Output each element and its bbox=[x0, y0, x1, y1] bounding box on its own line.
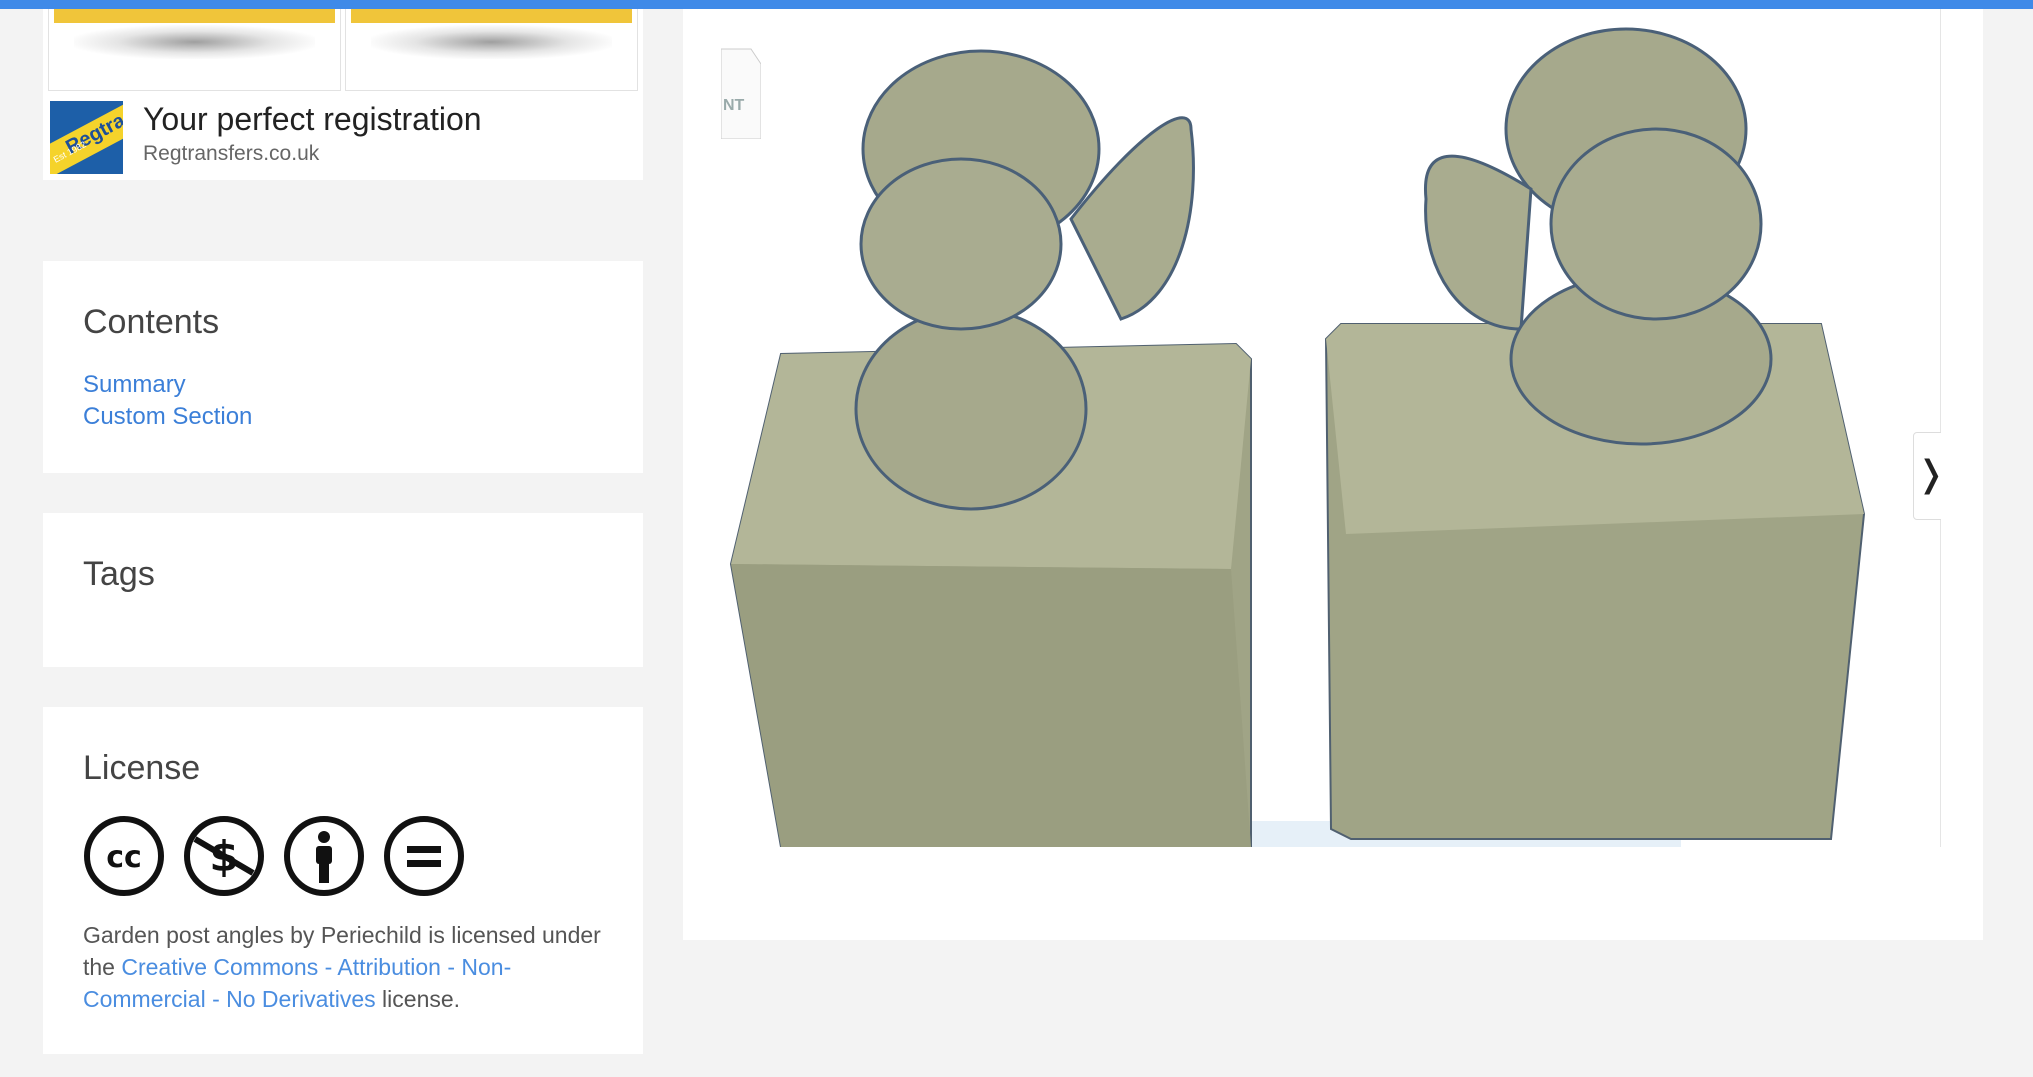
tags-title: Tags bbox=[83, 555, 155, 593]
chevron-right-icon: ❭ bbox=[1916, 453, 1941, 494]
top-accent-bar bbox=[0, 0, 2033, 9]
attribution-icon bbox=[284, 816, 364, 896]
model-image[interactable]: NT B ❭ bbox=[721, 9, 1941, 847]
ad-title[interactable]: Your perfect registration bbox=[143, 101, 482, 138]
toc-link-custom-section[interactable]: Custom Section bbox=[83, 403, 252, 431]
viewcube-icon[interactable]: NT bbox=[721, 29, 762, 140]
cc-icon: cc bbox=[84, 816, 164, 896]
model-render bbox=[729, 27, 1866, 847]
license-author: Periechild bbox=[320, 922, 422, 948]
next-image-button[interactable]: ❭ bbox=[1913, 432, 1941, 520]
no-derivatives-icon bbox=[384, 816, 464, 896]
ad-thumbnail-right[interactable] bbox=[345, 9, 638, 91]
ad-logo[interactable]: Regtra Est 1982 bbox=[50, 101, 123, 174]
tags-card: Tags bbox=[43, 513, 643, 667]
license-text-after: license. bbox=[375, 986, 461, 1012]
toc-link-summary[interactable]: Summary bbox=[83, 371, 186, 399]
license-text: Garden post angles by Periechild is lice… bbox=[83, 919, 603, 1015]
ad-url[interactable]: Regtransfers.co.uk bbox=[143, 142, 319, 166]
license-title: License bbox=[83, 749, 201, 787]
non-commercial-icon: $ bbox=[184, 816, 264, 896]
license-card: License cc $ Garden post angles by Perie… bbox=[43, 707, 643, 1054]
contents-card: Contents Summary Custom Section bbox=[43, 261, 643, 473]
ad-card[interactable]: Regtra Est 1982 Your perfect registratio… bbox=[43, 9, 643, 180]
svg-text:cc: cc bbox=[106, 840, 142, 875]
model-viewer-card: NT B ❭ bbox=[683, 9, 1983, 940]
side-toolbar: B bbox=[1940, 9, 1941, 847]
contents-title: Contents bbox=[83, 303, 220, 341]
license-text-before: Garden post angles by bbox=[83, 922, 321, 948]
viewcube-label: NT bbox=[723, 97, 745, 114]
ad-thumbnail-left[interactable] bbox=[48, 9, 341, 91]
